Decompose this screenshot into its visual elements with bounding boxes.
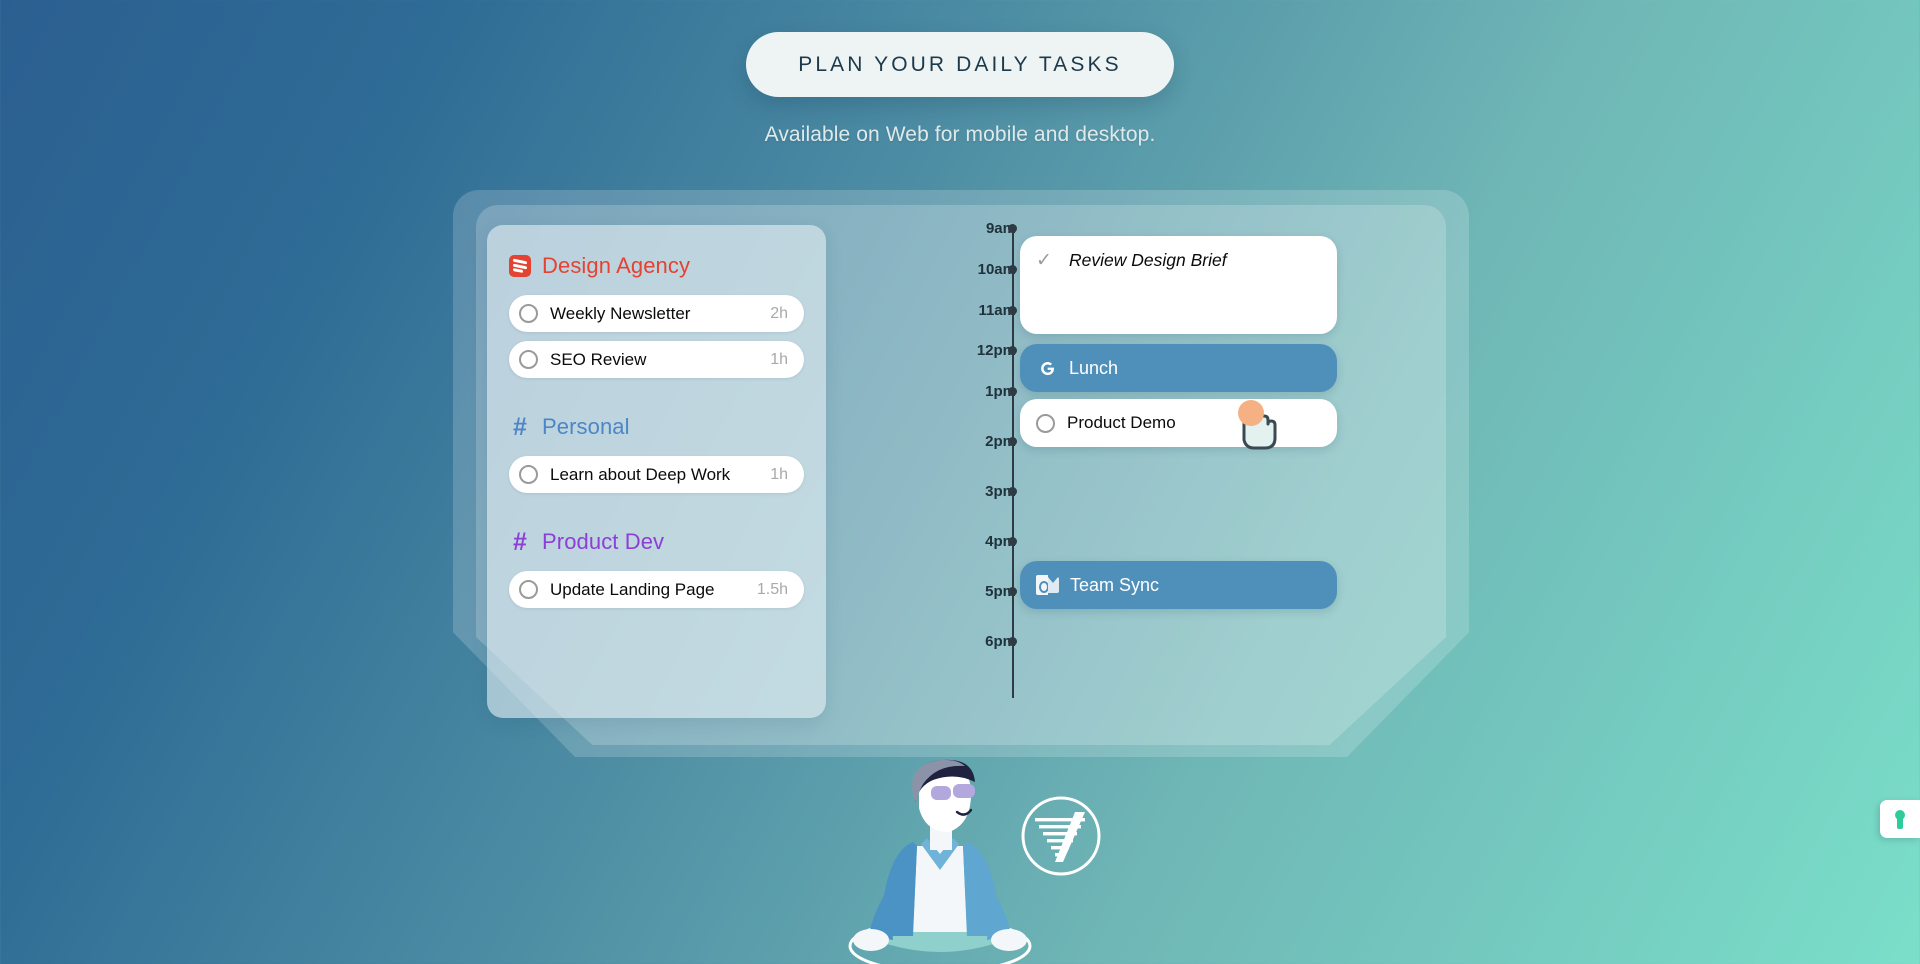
timeline-hour-dot	[1008, 265, 1017, 274]
hero-subtitle: Available on Web for mobile and desktop.	[764, 123, 1156, 146]
event-checkbox[interactable]	[1036, 413, 1055, 433]
event-card-review-design-brief[interactable]: ✓ Review Design Brief	[1020, 236, 1337, 334]
event-card-lunch[interactable]: Lunch	[1020, 344, 1337, 392]
v-logo-badge	[1035, 812, 1085, 862]
task-group-label: Personal	[542, 414, 630, 439]
task-checkbox[interactable]	[519, 304, 538, 323]
click-highlight-icon	[1238, 400, 1264, 426]
timeline-hour-dot	[1008, 346, 1017, 355]
task-duration: 2h	[770, 304, 788, 322]
timeline-hour-dot	[1008, 224, 1017, 233]
task-group-label: Product Dev	[542, 529, 665, 554]
event-title: Team Sync	[1070, 574, 1160, 595]
event-title: Review Design Brief	[1069, 249, 1227, 270]
task-list-card: Design Agency Weekly Newsletter 2h SEO R…	[487, 225, 826, 718]
task-row[interactable]: SEO Review 1h	[509, 341, 804, 378]
task-title: SEO Review	[550, 349, 647, 369]
timeline-hour-dot	[1008, 487, 1017, 496]
timeline-vertical-line	[1012, 228, 1014, 698]
task-group-label: Design Agency	[542, 253, 691, 278]
event-title: Lunch	[1069, 357, 1119, 378]
timeline-hour-dot	[1008, 637, 1017, 646]
timeline-hour-dot	[1008, 387, 1017, 396]
plan-your-daily-tasks-pill[interactable]: PLAN YOUR DAILY TASKS	[746, 32, 1174, 97]
timeline-hour-dot	[1008, 587, 1017, 596]
lock-edge-tab[interactable]	[1880, 800, 1920, 838]
task-row[interactable]: Weekly Newsletter 2h	[509, 295, 804, 332]
task-checkbox[interactable]	[519, 350, 538, 369]
task-group-header-personal: # Personal	[509, 412, 804, 442]
task-row[interactable]: Learn about Deep Work 1h	[509, 456, 804, 493]
task-duration: 1.5h	[756, 580, 788, 598]
event-card-team-sync[interactable]: Team Sync	[1020, 561, 1337, 609]
google-calendar-icon	[1036, 357, 1058, 379]
task-duration: 1h	[770, 350, 788, 368]
task-title: Weekly Newsletter	[550, 303, 691, 323]
event-title: Product Demo	[1067, 413, 1176, 432]
hash-icon: #	[513, 412, 527, 441]
check-icon: ✓	[1036, 249, 1052, 271]
outlook-icon	[1036, 575, 1059, 595]
task-group-header-design-agency: Design Agency	[509, 251, 804, 281]
task-checkbox[interactable]	[519, 465, 538, 484]
calendar-events-container: ✓ Review Design Brief Lunch Product Demo…	[1020, 236, 1340, 706]
lock-keyhole-icon	[1894, 809, 1907, 829]
meditating-person-illustration	[845, 750, 1105, 964]
hash-icon: #	[513, 527, 527, 556]
task-checkbox[interactable]	[519, 580, 538, 599]
timeline-hour-dot	[1008, 537, 1017, 546]
hero-section: PLAN YOUR DAILY TASKS Available on Web f…	[0, 0, 1920, 147]
timeline-hour-dot	[1008, 306, 1017, 315]
task-duration: 1h	[770, 465, 788, 483]
mouse-cursor	[1232, 400, 1292, 460]
task-group-header-product-dev: # Product Dev	[509, 527, 804, 557]
task-title: Update Landing Page	[550, 579, 715, 599]
todoist-icon	[509, 255, 531, 277]
task-title: Learn about Deep Work	[550, 464, 731, 484]
task-row[interactable]: Update Landing Page 1.5h	[509, 571, 804, 608]
timeline-hour-dot	[1008, 437, 1017, 446]
